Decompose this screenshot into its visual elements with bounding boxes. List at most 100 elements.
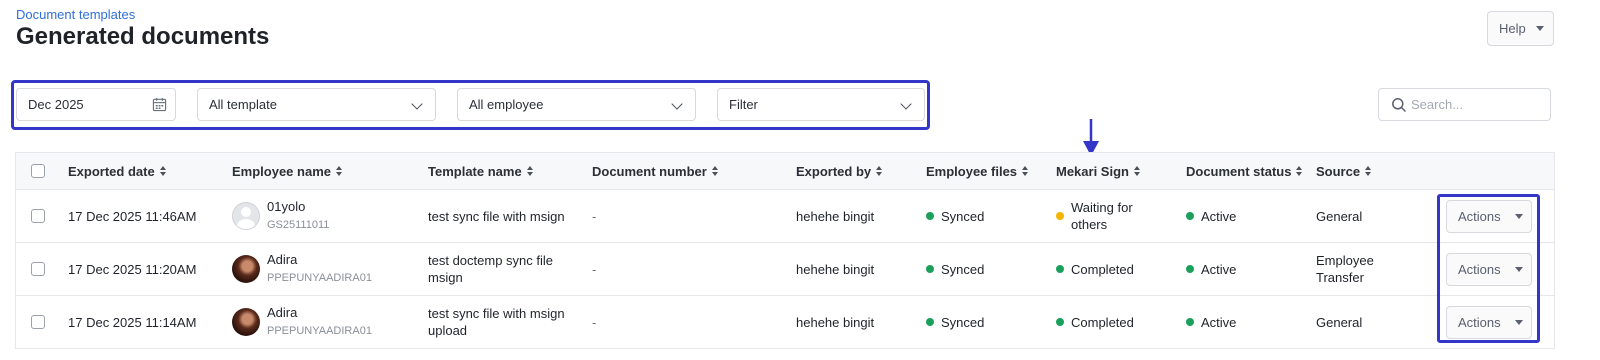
filter-select-value: Filter	[729, 97, 758, 112]
caret-down-icon	[1535, 26, 1544, 31]
sort-icon	[1296, 166, 1303, 176]
help-button[interactable]: Help	[1487, 11, 1554, 46]
search-input[interactable]	[1411, 97, 1541, 112]
status-dot-icon	[1056, 265, 1064, 273]
document-number-cell: -	[592, 208, 597, 224]
employee-files-cell: Synced	[926, 190, 984, 242]
col-exported-date-label: Exported date	[68, 163, 155, 179]
status-dot-icon	[926, 318, 934, 326]
employee-id: PPEPUNYAADIRA01	[267, 272, 372, 284]
chevron-down-icon	[900, 98, 912, 110]
status-dot-icon	[1186, 212, 1194, 220]
mekari-sign-status: Completed	[1071, 261, 1134, 277]
col-template-name[interactable]: Template name	[428, 153, 533, 189]
col-mekari-sign[interactable]: Mekari Sign	[1056, 153, 1140, 189]
document-number-cell: -	[592, 314, 597, 330]
sort-icon	[336, 166, 342, 176]
row-checkbox[interactable]	[31, 315, 45, 329]
status-dot-icon	[1186, 265, 1194, 273]
row-checkbox[interactable]	[31, 262, 45, 276]
col-document-status[interactable]: Document status	[1186, 153, 1303, 189]
col-exported-date[interactable]: Exported date	[68, 153, 166, 189]
col-document-number-label: Document number	[592, 163, 707, 179]
row-checkbox-cell	[31, 296, 45, 348]
employee-files-status: Synced	[941, 261, 985, 277]
document-status-cell: Active	[1186, 243, 1236, 295]
avatar	[232, 308, 260, 336]
default-avatar-icon	[232, 202, 260, 230]
page-title: Generated documents	[16, 23, 270, 50]
col-template-name-label: Template name	[428, 163, 522, 179]
source-cell: Employee Transfer	[1316, 253, 1374, 285]
breadcrumb[interactable]: Document templates	[16, 7, 135, 22]
sort-icon	[1365, 166, 1372, 176]
document-number-cell: -	[592, 261, 597, 277]
document-status-cell: Active	[1186, 296, 1236, 348]
month-picker-value: Dec 2025	[28, 97, 84, 112]
mekari-sign-cell: Waiting for others	[1056, 190, 1156, 242]
template-select[interactable]: All template	[197, 88, 436, 121]
source-cell: General	[1316, 314, 1363, 330]
documents-table: Exported date Employee name Template nam…	[15, 152, 1555, 349]
employee-cell: Adira PPEPUNYAADIRA01	[232, 296, 372, 348]
sort-icon	[1133, 166, 1140, 176]
search-field[interactable]	[1378, 88, 1551, 121]
select-all-checkbox-cell	[31, 153, 45, 189]
employee-id: GS25111011	[267, 219, 330, 231]
employee-name[interactable]: 01yolo	[267, 198, 329, 215]
col-employee-name-label: Employee name	[232, 163, 331, 179]
status-dot-icon	[1056, 212, 1064, 220]
chevron-down-icon	[671, 98, 683, 110]
col-exported-by-label: Exported by	[796, 163, 872, 179]
row-checkbox[interactable]	[31, 209, 45, 223]
source-cell: General	[1316, 208, 1363, 224]
template-name-cell: test sync file with msign	[428, 208, 565, 224]
actions-highlight-box	[1437, 194, 1540, 343]
select-all-checkbox[interactable]	[31, 164, 45, 178]
template-name-cell: test doctemp sync file msign	[428, 253, 553, 285]
employee-cell: 01yolo GS25111011	[232, 190, 329, 242]
month-picker[interactable]: Dec 2025	[16, 88, 176, 121]
sort-icon	[526, 166, 533, 176]
filter-select[interactable]: Filter	[717, 88, 925, 121]
employee-name[interactable]: Adira	[267, 251, 372, 268]
sort-icon	[711, 166, 718, 176]
help-label: Help	[1499, 21, 1526, 36]
sort-icon	[876, 166, 883, 176]
avatar	[232, 255, 260, 283]
template-select-value: All template	[209, 97, 277, 112]
chevron-down-icon	[411, 98, 423, 110]
employee-select[interactable]: All employee	[457, 88, 696, 121]
employee-files-cell: Synced	[926, 296, 984, 348]
status-dot-icon	[926, 212, 934, 220]
status-dot-icon	[1056, 318, 1064, 326]
row-checkbox-cell	[31, 243, 45, 295]
document-status-cell: Active	[1186, 190, 1236, 242]
exported-by-cell: hehehe bingit	[796, 261, 875, 277]
document-status: Active	[1201, 208, 1237, 224]
sort-icon	[159, 166, 166, 176]
employee-name[interactable]: Adira	[267, 304, 372, 321]
col-source-label: Source	[1316, 163, 1361, 179]
col-employee-name[interactable]: Employee name	[232, 153, 342, 189]
mekari-sign-status: Completed	[1071, 314, 1134, 330]
table-header: Exported date Employee name Template nam…	[16, 153, 1554, 190]
col-exported-by[interactable]: Exported by	[796, 153, 883, 189]
mekari-sign-cell: Completed	[1056, 296, 1134, 348]
document-status: Active	[1201, 261, 1237, 277]
table-row: 17 Dec 2025 11:20AM Adira PPEPUNYAADIRA0…	[16, 243, 1554, 296]
col-document-status-label: Document status	[1186, 163, 1292, 179]
template-name-cell: test sync file with msign upload	[428, 306, 565, 338]
search-icon	[1392, 98, 1407, 113]
col-employee-files-label: Employee files	[926, 163, 1018, 179]
exported-by-cell: hehehe bingit	[796, 314, 875, 330]
col-document-number[interactable]: Document number	[592, 153, 718, 189]
employee-id: PPEPUNYAADIRA01	[267, 325, 372, 337]
col-employee-files[interactable]: Employee files	[926, 153, 1029, 189]
employee-select-value: All employee	[469, 97, 544, 112]
mekari-sign-status: Waiting for others	[1071, 200, 1133, 232]
exported-by-cell: hehehe bingit	[796, 208, 875, 224]
status-dot-icon	[1186, 318, 1194, 326]
col-source[interactable]: Source	[1316, 153, 1372, 189]
sort-icon	[1022, 166, 1029, 176]
